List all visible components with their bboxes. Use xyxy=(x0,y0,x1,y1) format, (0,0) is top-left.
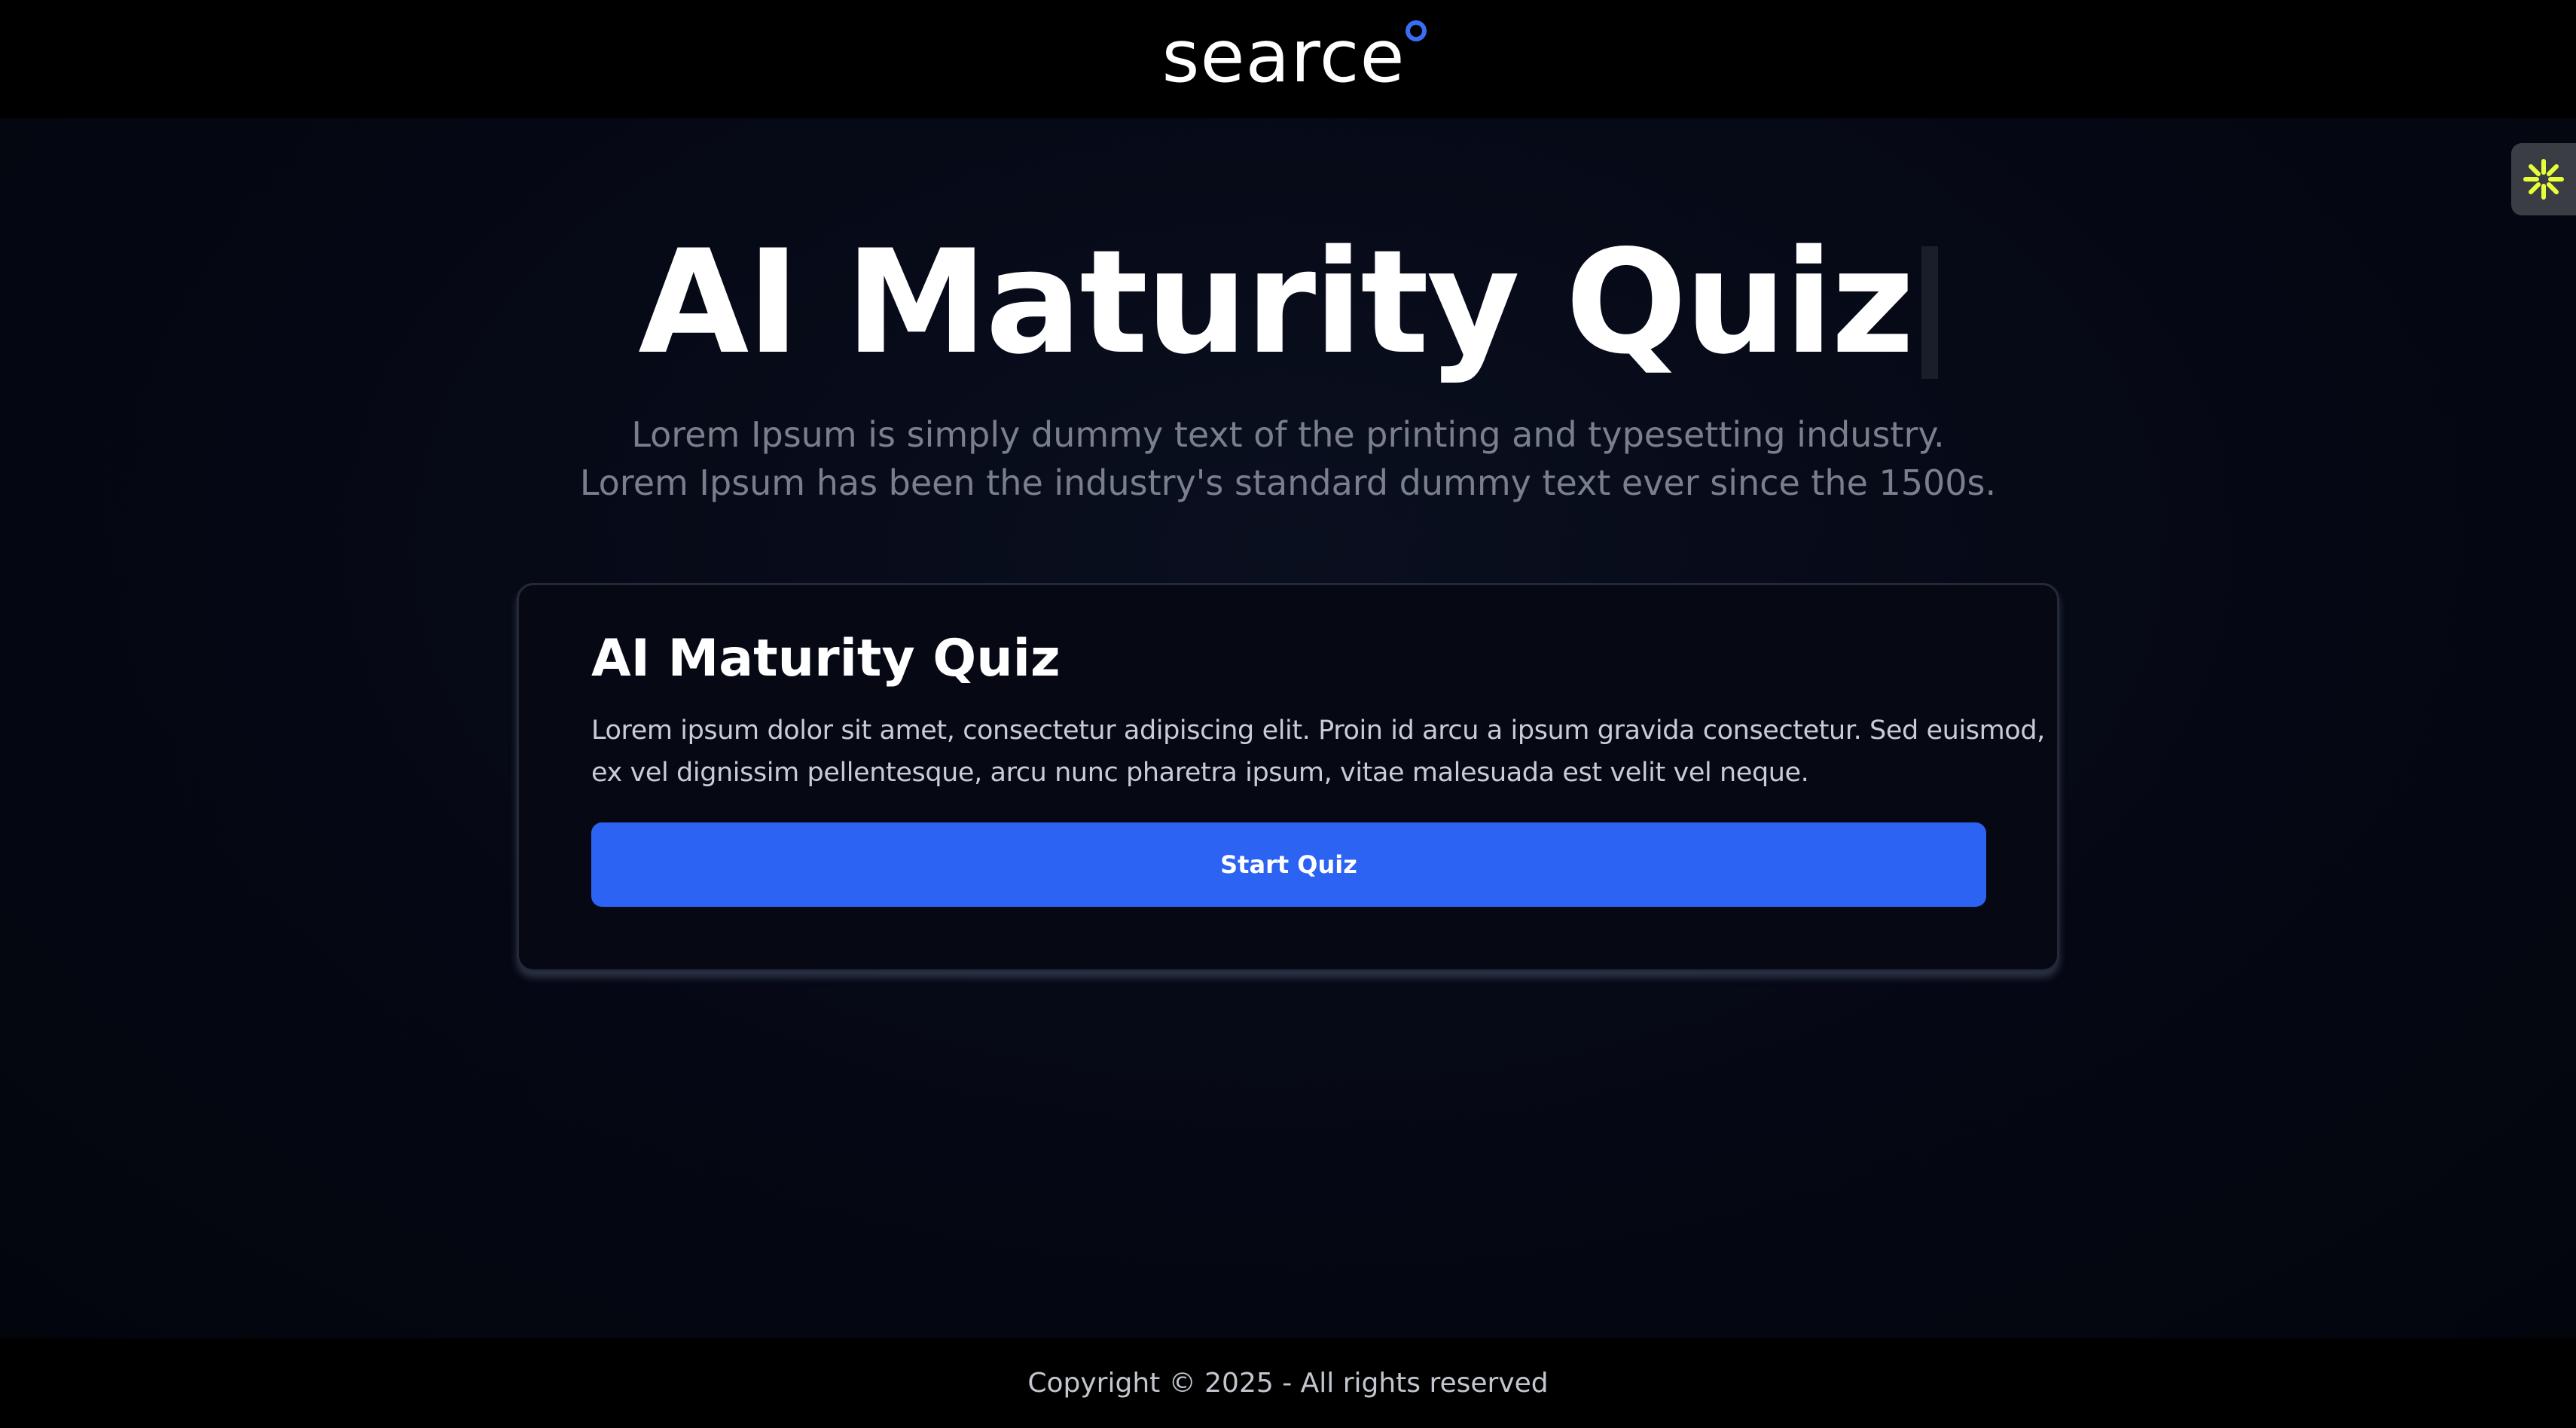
logo-text: searce xyxy=(1161,14,1406,99)
sparkle-icon xyxy=(2523,159,2564,200)
site-footer: Copyright © 2025 - All rights reserved xyxy=(0,1338,2576,1428)
hero-subtitle-line-1: Lorem Ipsum is simply dummy text of the … xyxy=(631,414,1945,455)
hero-title: AI Maturity Quiz xyxy=(0,231,2576,379)
hero-subtitle: Lorem Ipsum is simply dummy text of the … xyxy=(0,410,2576,507)
extension-widget[interactable] xyxy=(2511,143,2576,215)
quiz-card-description-line-1: Lorem ipsum dolor sit amet, consectetur … xyxy=(591,716,2045,746)
hero-title-text: AI Maturity Quiz xyxy=(638,219,1914,386)
quiz-card: AI Maturity Quiz Lorem ipsum dolor sit a… xyxy=(517,583,2059,972)
quiz-card-description-line-2: ex vel dignissim pellentesque, arcu nunc… xyxy=(591,758,1809,788)
logo-dot-icon xyxy=(1405,20,1427,41)
text-cursor-caret xyxy=(1921,246,1938,379)
quiz-card-title: AI Maturity Quiz xyxy=(591,629,1061,688)
copyright-text: Copyright © 2025 - All rights reserved xyxy=(1027,1368,1549,1399)
start-quiz-button[interactable]: Start Quiz xyxy=(591,822,1986,907)
quiz-card-description: Lorem ipsum dolor sit amet, consectetur … xyxy=(591,709,2045,794)
main-content: AI Maturity Quiz Lorem Ipsum is simply d… xyxy=(0,118,2576,1338)
site-header: searce xyxy=(0,0,2576,118)
searce-logo[interactable]: searce xyxy=(1161,20,1427,93)
page: searce AI Maturity Quiz Lorem Ipsum is s… xyxy=(0,0,2576,1428)
hero-subtitle-line-2: Lorem Ipsum has been the industry's stan… xyxy=(579,462,1997,503)
